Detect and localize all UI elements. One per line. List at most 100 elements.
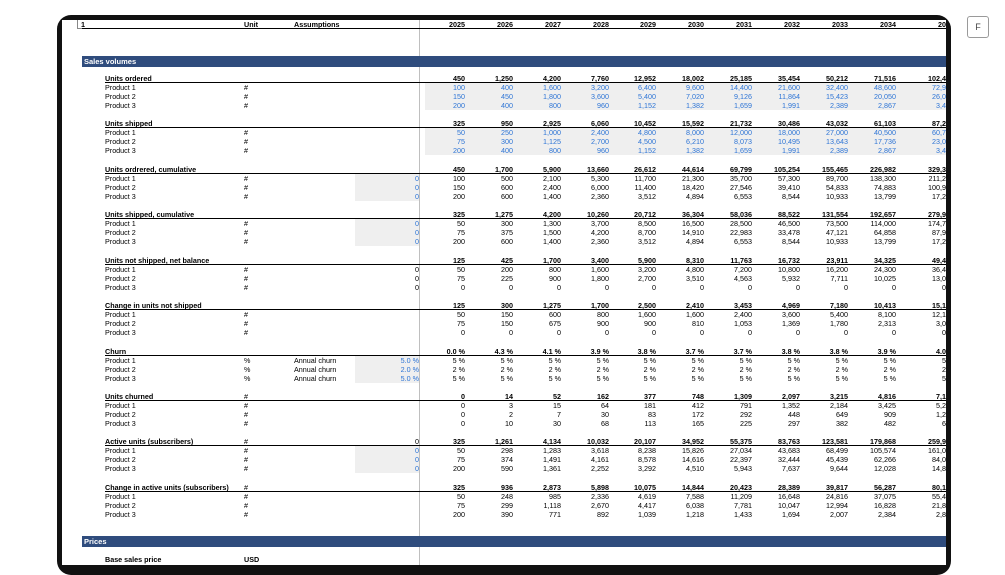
data-cell[interactable]: 2,389 <box>808 146 848 155</box>
data-cell: 0 <box>844 283 848 293</box>
data-cell[interactable]: 1,382 <box>664 101 704 110</box>
data-cell[interactable]: 1,000 <box>521 128 561 137</box>
data-cell[interactable]: 1,991 <box>760 101 800 110</box>
data-cell[interactable]: 2,389 <box>808 101 848 110</box>
data-cell[interactable]: 960 <box>569 101 609 110</box>
f-button[interactable]: F <box>967 16 989 38</box>
data-cell[interactable]: 15,423 <box>808 92 848 101</box>
data-cell[interactable]: 26,0 <box>906 92 946 101</box>
data-cell[interactable]: 250 <box>473 128 513 137</box>
data-cell[interactable]: 3,200 <box>569 83 609 92</box>
data-cell: 0 <box>796 283 800 293</box>
assumption-input[interactable]: 0 <box>379 274 419 283</box>
data-cell[interactable]: 50 <box>425 128 465 137</box>
data-cell[interactable]: 8,000 <box>664 128 704 137</box>
assumption-input[interactable]: 0 <box>379 174 419 183</box>
data-cell[interactable]: 200 <box>425 101 465 110</box>
data-cell[interactable]: 1,800 <box>521 92 561 101</box>
data-cell[interactable]: 18,000 <box>760 128 800 137</box>
assumption-input[interactable]: 0 <box>379 455 419 464</box>
data-cell[interactable]: 100 <box>425 83 465 92</box>
data-cell[interactable]: 800 <box>521 101 561 110</box>
data-cell[interactable]: 3,4 <box>906 146 946 155</box>
assumption-input[interactable]: 0 <box>379 446 419 455</box>
data-cell[interactable]: 12,000 <box>712 128 752 137</box>
data-cell[interactable]: 8,073 <box>712 137 752 146</box>
data-cell[interactable]: 5,400 <box>616 92 656 101</box>
data-cell[interactable]: 2,867 <box>856 101 896 110</box>
data-cell: 771 <box>549 510 561 520</box>
data-cell: 2,400 <box>734 310 752 320</box>
assumption-input[interactable]: 2.0 % <box>379 365 419 374</box>
data-cell[interactable]: 23,0 <box>906 137 946 146</box>
data-cell[interactable]: 1,659 <box>712 146 752 155</box>
data-cell[interactable]: 13,643 <box>808 137 848 146</box>
assumption-input[interactable]: 0 <box>379 192 419 201</box>
data-cell[interactable]: 7,020 <box>664 92 704 101</box>
assumption-input[interactable]: 5.0 % <box>379 356 419 365</box>
data-cell[interactable]: 32,400 <box>808 83 848 92</box>
data-cell[interactable]: 300 <box>473 137 513 146</box>
data-cell[interactable]: 1,659 <box>712 101 752 110</box>
data-cell[interactable]: 1,152 <box>616 146 656 155</box>
data-cell[interactable]: 21,600 <box>760 83 800 92</box>
data-cell[interactable]: 6,210 <box>664 137 704 146</box>
data-cell[interactable]: 2,700 <box>569 137 609 146</box>
data-cell: 2,700 <box>638 274 656 284</box>
data-cell[interactable]: 11,864 <box>760 92 800 101</box>
data-cell[interactable]: 75 <box>425 137 465 146</box>
assumption-input[interactable]: 0 <box>379 237 419 246</box>
data-cell[interactable]: 450 <box>473 92 513 101</box>
assumption-input[interactable]: 5.0 % <box>379 374 419 383</box>
assumption-input[interactable]: 0 <box>379 183 419 192</box>
data-cell[interactable]: 48,600 <box>856 83 896 92</box>
data-cell: 73,500 <box>826 219 848 229</box>
data-cell: 83 <box>648 410 656 420</box>
data-cell: 5 % <box>596 356 609 366</box>
unit-cell: # <box>244 219 248 229</box>
spreadsheet[interactable]: 1 Unit Assumptions 2025 2026 2027 2028 2029 2030… <box>62 20 946 565</box>
assumption-input[interactable]: 0 <box>379 228 419 237</box>
section-prices: Prices <box>82 536 946 547</box>
product-label: Product 2 <box>105 501 136 511</box>
data-cell[interactable]: 3,4 <box>906 101 946 110</box>
data-cell[interactable]: 1,991 <box>760 146 800 155</box>
data-cell[interactable]: 400 <box>473 101 513 110</box>
data-cell[interactable]: 800 <box>521 146 561 155</box>
data-cell[interactable]: 6,400 <box>616 83 656 92</box>
assumption-input[interactable]: 0 <box>379 464 419 473</box>
data-cell[interactable]: 150 <box>425 92 465 101</box>
data-cell[interactable]: 14,400 <box>712 83 752 92</box>
data-cell[interactable]: 40,500 <box>856 128 896 137</box>
data-cell: 3,700 <box>591 219 609 229</box>
assumption-input[interactable]: 0 <box>379 219 419 228</box>
data-cell[interactable]: 200 <box>425 146 465 155</box>
data-cell[interactable]: 1,600 <box>521 83 561 92</box>
product-label: Product 3 <box>105 283 136 293</box>
data-cell[interactable]: 3,600 <box>569 92 609 101</box>
data-cell[interactable]: 72,9 <box>906 83 946 92</box>
data-cell[interactable]: 400 <box>473 146 513 155</box>
data-cell[interactable]: 17,736 <box>856 137 896 146</box>
assumption-input[interactable]: 0 <box>379 265 419 274</box>
data-cell[interactable]: 9,126 <box>712 92 752 101</box>
data-cell[interactable]: 27,000 <box>808 128 848 137</box>
data-cell[interactable]: 2,400 <box>569 128 609 137</box>
data-cell[interactable]: 2,867 <box>856 146 896 155</box>
data-cell[interactable]: 20,050 <box>856 92 896 101</box>
data-cell: 24,816 <box>826 492 848 502</box>
data-cell[interactable]: 1,382 <box>664 146 704 155</box>
assumption-label: Annual churn <box>294 365 337 375</box>
section-sales-volumes: Sales volumes <box>82 56 946 67</box>
data-cell[interactable]: 1,125 <box>521 137 561 146</box>
assumption-input[interactable]: 0 <box>379 283 419 292</box>
data-cell[interactable]: 960 <box>569 146 609 155</box>
data-cell[interactable]: 400 <box>473 83 513 92</box>
data-cell[interactable]: 60,7 <box>906 128 946 137</box>
data-cell[interactable]: 9,600 <box>664 83 704 92</box>
data-cell: 5 % <box>643 374 656 384</box>
data-cell[interactable]: 4,500 <box>616 137 656 146</box>
data-cell[interactable]: 10,495 <box>760 137 800 146</box>
data-cell[interactable]: 1,152 <box>616 101 656 110</box>
data-cell[interactable]: 4,800 <box>616 128 656 137</box>
